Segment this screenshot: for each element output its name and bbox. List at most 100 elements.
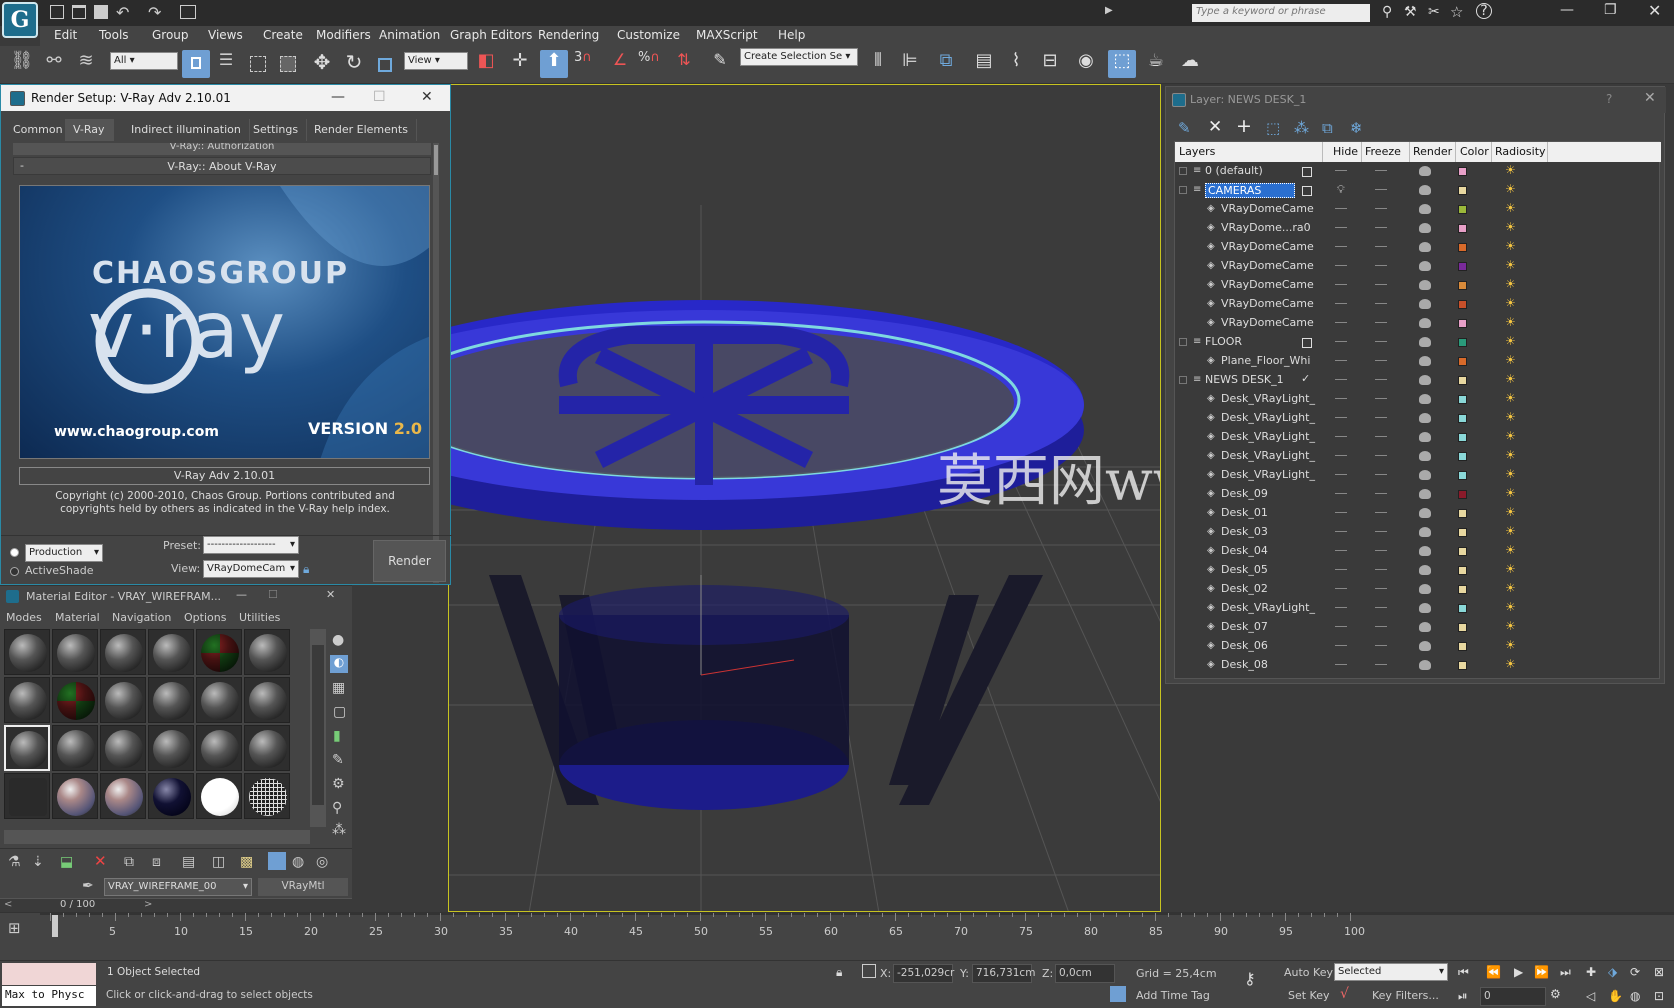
menu-modes[interactable]: Modes — [6, 611, 42, 624]
render-teapot-icon[interactable] — [1419, 375, 1431, 385]
layer-color-swatch[interactable] — [1458, 395, 1467, 404]
expand-toggle-icon[interactable] — [1179, 338, 1187, 346]
freeze-toggle[interactable] — [1375, 664, 1387, 665]
hide-toggle[interactable] — [1335, 265, 1347, 266]
freeze-toggle[interactable] — [1375, 569, 1387, 570]
radiosity-sun-icon[interactable]: ☀ — [1505, 277, 1519, 292]
layer-manager-icon[interactable]: ⧉ — [932, 50, 960, 78]
menu-create[interactable]: Create — [263, 28, 303, 42]
named-selection-dropdown[interactable]: Create Selection Se ▾ — [740, 48, 858, 66]
radiosity-sun-icon[interactable]: ☀ — [1505, 619, 1519, 634]
add-time-tag[interactable]: Add Time Tag — [1136, 989, 1210, 1002]
key-mode-toggle-icon[interactable]: ⏯ — [1458, 989, 1468, 1004]
layer-color-swatch[interactable] — [1458, 604, 1467, 613]
freeze-toggle[interactable] — [1375, 170, 1387, 171]
material-slot[interactable] — [148, 629, 194, 675]
edit-named-selection-icon[interactable]: ✎ — [706, 50, 734, 78]
slider-left-arrow-icon[interactable]: < — [4, 899, 12, 910]
graphite-ribbon-icon[interactable]: ▤ — [970, 50, 998, 78]
column-freeze[interactable]: Freeze — [1365, 145, 1401, 158]
maximize-icon[interactable]: ☐ — [373, 89, 386, 105]
material-slot[interactable] — [52, 629, 98, 675]
current-layer-checkbox[interactable] — [1302, 186, 1312, 196]
rollout-authorization[interactable]: V-Ray:: Authorization — [13, 143, 431, 155]
maximize-viewport-icon[interactable]: ⊠ — [1654, 965, 1664, 979]
render-teapot-icon[interactable] — [1419, 584, 1431, 594]
freeze-toggle[interactable] — [1375, 227, 1387, 228]
render-teapot-icon[interactable] — [1419, 451, 1431, 461]
orbit-subobject-icon[interactable]: ◍ — [1630, 989, 1640, 1003]
auto-key-button[interactable]: Auto Key — [1284, 966, 1333, 979]
assign-material-icon[interactable]: ⬓ — [60, 854, 73, 870]
get-material-icon[interactable]: ⚗ — [8, 854, 21, 870]
close-icon[interactable]: ✕ — [1648, 1, 1661, 20]
save-file-icon[interactable] — [94, 5, 108, 19]
menu-graph-editors[interactable]: Graph Editors — [450, 28, 532, 42]
x-coordinate-field[interactable]: -251,029cr — [893, 964, 954, 983]
render-teapot-icon[interactable] — [1419, 527, 1431, 537]
render-teapot-icon[interactable] — [1419, 223, 1431, 233]
layer-row[interactable]: ◈ VRayDomeCame ☀ — [1175, 276, 1661, 295]
communication-icon[interactable]: ✂ — [1428, 4, 1440, 20]
highlight-selected-layer-icon[interactable]: ⁂ — [1294, 119, 1309, 137]
freeze-toggle[interactable] — [1375, 246, 1387, 247]
radiosity-sun-icon[interactable]: ☀ — [1505, 182, 1519, 197]
layer-color-swatch[interactable] — [1458, 433, 1467, 442]
favorites-star-icon[interactable]: ☆ — [1450, 3, 1463, 21]
layer-color-swatch[interactable] — [1458, 547, 1467, 556]
layer-color-swatch[interactable] — [1458, 471, 1467, 480]
layer-row[interactable]: ≡ FLOOR ☀ — [1175, 333, 1661, 352]
freeze-toggle[interactable] — [1375, 512, 1387, 513]
slots-scrollbar[interactable] — [310, 629, 326, 827]
app-logo[interactable]: G — [2, 2, 38, 38]
key-filters-button[interactable]: Key Filters... — [1372, 989, 1439, 1002]
minimize-icon[interactable]: — — [1560, 2, 1574, 18]
layer-row[interactable]: ◈ Plane_Floor_Whi ☀ — [1175, 352, 1661, 371]
freeze-toggle[interactable] — [1375, 322, 1387, 323]
menu-customize[interactable]: Customize — [617, 28, 680, 42]
move-icon[interactable]: ✥ — [308, 50, 336, 78]
put-to-library-icon[interactable]: ▤ — [182, 854, 195, 870]
go-forward-to-sibling-icon[interactable]: ◎ — [316, 854, 328, 870]
hide-toggle[interactable] — [1335, 360, 1347, 361]
layer-color-swatch[interactable] — [1458, 585, 1467, 594]
hide-toggle[interactable] — [1335, 208, 1347, 209]
sample-type-icon[interactable]: ● — [332, 632, 344, 648]
render-button[interactable]: Render — [373, 540, 446, 582]
radiosity-sun-icon[interactable]: ☀ — [1505, 600, 1519, 615]
hide-toggle[interactable] — [1335, 417, 1347, 418]
radiosity-sun-icon[interactable]: ☀ — [1505, 372, 1519, 387]
layer-row[interactable]: ≡ 0 (default) ☀ — [1175, 162, 1661, 181]
mirror-icon[interactable]: ⫴ — [864, 50, 892, 78]
zoom-icon[interactable]: ✚ — [1586, 965, 1596, 979]
timeline-ruler[interactable]: 5 10 15 20 25 30 35 40 45 50 55 60 65 70 75 80 85 90 95 100 — [50, 913, 1430, 957]
render-setup-icon[interactable]: ⬚ — [1108, 50, 1136, 78]
expand-toggle-icon[interactable] — [1179, 167, 1187, 175]
column-layers[interactable]: Layers — [1179, 145, 1215, 158]
hide-toggle[interactable] — [1335, 398, 1347, 399]
radiosity-sun-icon[interactable]: ☀ — [1505, 334, 1519, 349]
layer-row[interactable]: ◈ Desk_09 ☀ — [1175, 485, 1661, 504]
material-slot[interactable] — [52, 725, 98, 771]
render-teapot-icon[interactable] — [1419, 299, 1431, 309]
layer-color-swatch[interactable] — [1458, 186, 1467, 195]
backlight-icon[interactable]: ◐ — [330, 655, 348, 673]
previous-frame-icon[interactable]: ⏪ — [1486, 965, 1501, 979]
pivot-center-icon[interactable]: ◧ — [472, 50, 500, 78]
material-frame-slider[interactable]: < 0 / 100 > — [0, 898, 352, 912]
select-object-icon[interactable] — [182, 50, 210, 78]
layer-row[interactable]: ◈ Desk_VRayLight_ ☀ — [1175, 447, 1661, 466]
hide-toggle[interactable] — [1335, 569, 1347, 570]
select-manipulate-icon[interactable]: ✛ — [506, 50, 534, 78]
freeze-toggle[interactable] — [1375, 455, 1387, 456]
hide-toggle[interactable] — [1335, 645, 1347, 646]
freeze-toggle[interactable] — [1375, 265, 1387, 266]
perspective-viewport[interactable]: 莫西网www.3dmox.com — [448, 84, 1161, 912]
next-frame-icon[interactable]: ⏩ — [1534, 965, 1549, 979]
layer-color-swatch[interactable] — [1458, 243, 1467, 252]
material-name-field[interactable]: VRAY_WIREFRAME_00 ▾ — [104, 878, 252, 896]
layer-color-swatch[interactable] — [1458, 167, 1467, 176]
menu-animation[interactable]: Animation — [379, 28, 440, 42]
tab-settings[interactable]: Settings — [245, 119, 308, 141]
time-tag-icon[interactable] — [1110, 986, 1126, 1002]
